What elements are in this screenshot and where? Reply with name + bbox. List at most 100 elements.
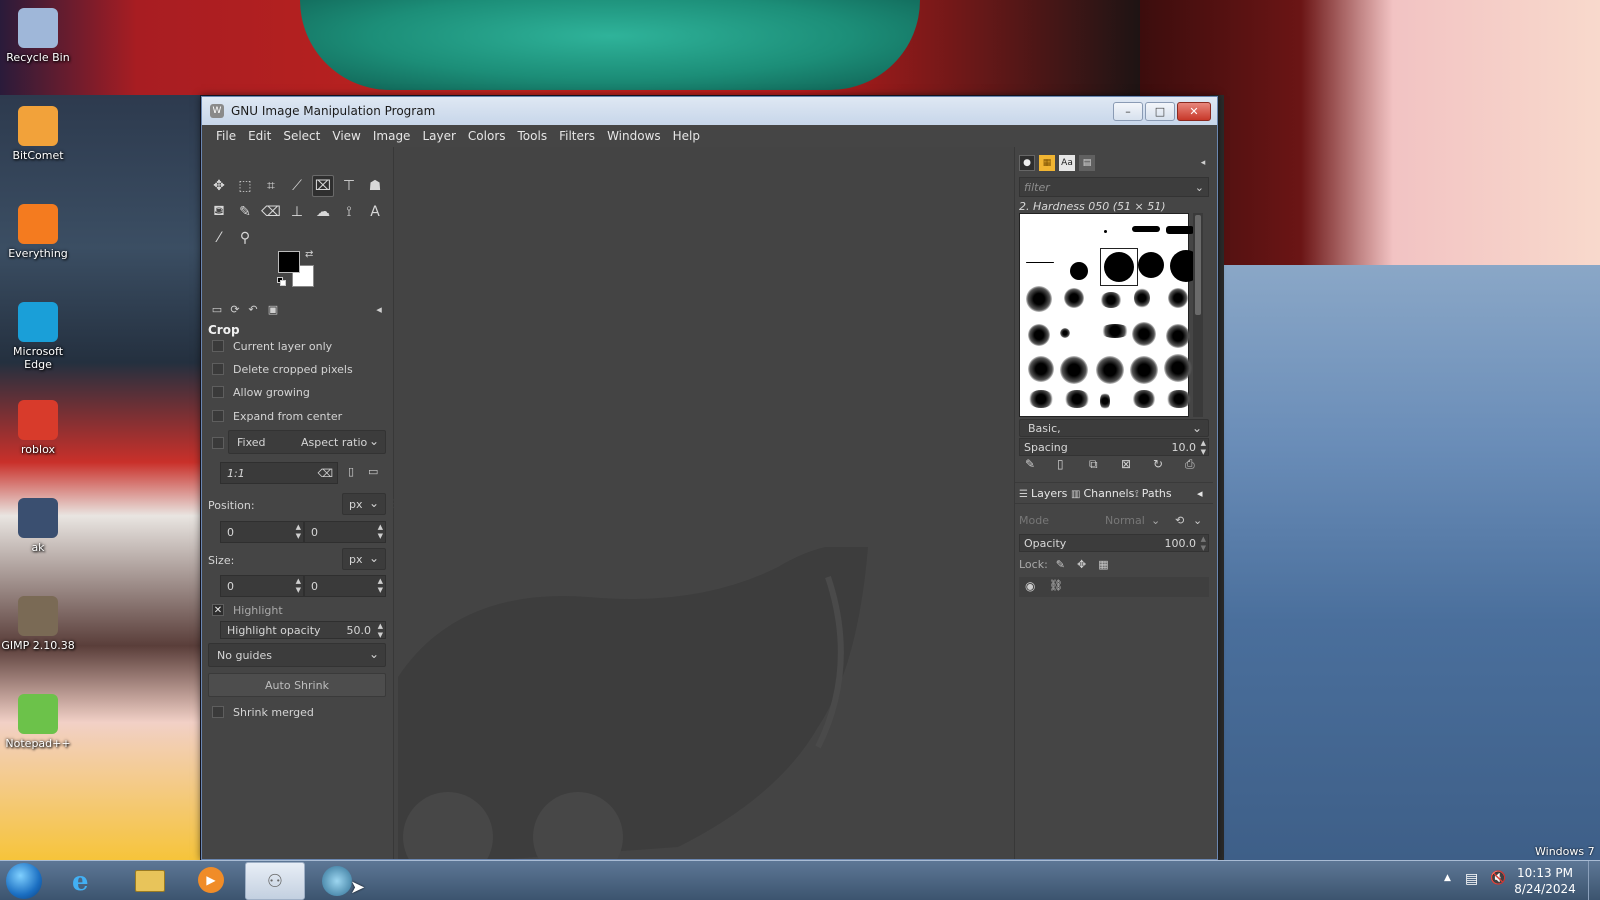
desktop-icon-microsoft-edge[interactable]: Microsoft Edge: [0, 302, 76, 371]
spin-arrows-icon[interactable]: ▲ ▼: [378, 622, 383, 640]
menu-select[interactable]: Select: [277, 129, 326, 143]
minimize-button[interactable]: –: [1113, 102, 1143, 121]
text-tool-icon[interactable]: A: [364, 201, 386, 223]
checkbox-checked[interactable]: ✕: [212, 604, 224, 616]
maximize-button[interactable]: □: [1145, 102, 1175, 121]
lock-pixels-icon[interactable]: ✎: [1056, 558, 1065, 571]
document-history-tab-icon[interactable]: ▤: [1079, 155, 1095, 171]
desktop-icon-ak[interactable]: ak: [0, 498, 76, 554]
brush-tip[interactable]: [1138, 252, 1164, 278]
ratio-entry[interactable]: 1:1 ⌫: [220, 462, 338, 484]
checkbox[interactable]: [212, 410, 224, 422]
crop-tool-icon[interactable]: ⌧: [312, 175, 334, 197]
position-y-field[interactable]: 0 ▲ ▼: [304, 521, 386, 543]
shrink-merged-option[interactable]: Shrink merged: [212, 703, 314, 721]
brush-tip[interactable]: [1064, 390, 1090, 408]
rect-select-tool-icon[interactable]: ⬚: [234, 175, 256, 197]
tab-layers[interactable]: ☰ Layers: [1019, 487, 1067, 500]
spin-arrows-icon[interactable]: ▲ ▼: [296, 577, 301, 595]
tab-channels[interactable]: ▥ Channels: [1071, 487, 1134, 500]
position-x-field[interactable]: 0 ▲ ▼: [220, 521, 304, 543]
switch-mode-icon[interactable]: ⟲: [1175, 514, 1184, 527]
network-icon[interactable]: ▤: [1465, 871, 1478, 887]
brush-preset-combo[interactable]: Basic, ⌄: [1019, 419, 1209, 437]
paintbrush-tool-icon[interactable]: ✎: [234, 201, 256, 223]
volume-muted-icon[interactable]: 🔇: [1490, 871, 1506, 886]
portrait-icon[interactable]: ▯: [348, 465, 354, 478]
visibility-eye-icon[interactable]: ◉: [1025, 579, 1035, 593]
expand-from-center-option[interactable]: Expand from center: [212, 407, 342, 425]
eraser-tool-icon[interactable]: ⌫: [260, 201, 282, 223]
desktop-icon-notepad-[interactable]: Notepad++: [0, 694, 76, 750]
desktop-icon-recycle-bin[interactable]: Recycle Bin: [0, 8, 76, 64]
tab-paths[interactable]: ⟟ Paths: [1135, 487, 1172, 500]
clone-tool-icon[interactable]: ⊥: [286, 201, 308, 223]
fuzzy-select-tool-icon[interactable]: ⟋: [286, 175, 308, 197]
tray-expand-icon[interactable]: ▲: [1444, 873, 1451, 883]
image-canvas[interactable]: [394, 147, 1014, 859]
brushes-tab-icon[interactable]: ●: [1019, 155, 1035, 171]
link-chain-icon[interactable]: ⛓: [1049, 579, 1063, 592]
configure-tab-icon[interactable]: ◂: [1197, 487, 1203, 500]
brush-tip[interactable]: [1166, 390, 1192, 408]
open-as-image-icon[interactable]: ⎙: [1185, 457, 1195, 472]
smudge-tool-icon[interactable]: ☁: [312, 201, 334, 223]
brush-tip[interactable]: [1060, 328, 1070, 338]
media-player-icon[interactable]: ▶: [198, 867, 224, 893]
menu-help[interactable]: Help: [667, 129, 706, 143]
file-explorer-icon[interactable]: [135, 870, 165, 892]
brush-tip[interactable]: [1026, 286, 1052, 312]
fixed-checkbox[interactable]: [212, 437, 224, 449]
size-unit-combo[interactable]: px ⌄: [342, 548, 386, 570]
brush-tip[interactable]: [1132, 390, 1156, 408]
size-height-field[interactable]: 0 ▲ ▼: [304, 575, 386, 597]
lock-position-icon[interactable]: ✥: [1077, 558, 1086, 571]
start-button[interactable]: [6, 863, 42, 899]
menu-filters[interactable]: Filters: [553, 129, 601, 143]
unified-transform-tool-icon[interactable]: ⊤: [338, 175, 360, 197]
menu-image[interactable]: Image: [367, 129, 417, 143]
internet-explorer-icon[interactable]: e: [72, 867, 102, 897]
brush-tip[interactable]: [1070, 262, 1088, 280]
duplicate-brush-icon[interactable]: ⧉: [1089, 457, 1098, 472]
guides-combo[interactable]: No guides ⌄: [208, 643, 386, 667]
gimp-taskbar-button[interactable]: ⚇: [245, 862, 305, 900]
menu-view[interactable]: View: [326, 129, 366, 143]
position-unit-combo[interactable]: px ⌄: [342, 493, 386, 515]
desktop-icon-everything[interactable]: Everything: [0, 204, 76, 260]
desktop-icon-gimp-2-10-38[interactable]: GIMP 2.10.38: [0, 596, 76, 652]
color-picker-tool-icon[interactable]: ⁄: [208, 227, 230, 249]
lock-alpha-icon[interactable]: ▦: [1098, 558, 1108, 571]
warp-transform-tool-icon[interactable]: ☗: [364, 175, 386, 197]
brush-tip[interactable]: [1096, 356, 1124, 384]
brush-tip[interactable]: [1166, 324, 1190, 348]
brush-tip[interactable]: [1168, 288, 1188, 308]
brush-tip[interactable]: [1060, 356, 1088, 384]
brush-tip[interactable]: [1100, 392, 1110, 410]
patterns-tab-icon[interactable]: ▦: [1039, 155, 1055, 171]
brush-scrollbar[interactable]: [1193, 213, 1203, 417]
spin-arrows-icon[interactable]: ▲ ▼: [296, 523, 301, 541]
close-button[interactable]: ✕: [1177, 102, 1211, 121]
desktop-icon-bitcomet[interactable]: BitComet: [0, 106, 76, 162]
size-width-field[interactable]: 0 ▲ ▼: [220, 575, 304, 597]
brush-tip[interactable]: [1134, 288, 1150, 308]
spin-arrows-icon[interactable]: ▲ ▼: [378, 577, 383, 595]
tool-options-tab-icon[interactable]: ▭: [208, 301, 226, 317]
brush-tip[interactable]: [1028, 356, 1054, 382]
auto-shrink-button[interactable]: Auto Shrink: [208, 673, 386, 697]
delete-brush-icon[interactable]: ⊠: [1121, 457, 1131, 471]
window-titlebar[interactable]: W GNU Image Manipulation Program – □ ✕: [202, 97, 1217, 125]
taskbar-app-icon[interactable]: [322, 866, 352, 896]
bucket-fill-tool-icon[interactable]: ⛾: [208, 201, 230, 223]
swap-colors-icon[interactable]: ⇄: [305, 249, 313, 260]
brush-filter-input[interactable]: filter ⌄: [1019, 177, 1209, 197]
zoom-tool-icon[interactable]: ⚲: [234, 227, 256, 249]
brush-tip[interactable]: [1064, 288, 1084, 308]
refresh-brushes-icon[interactable]: ↻: [1153, 457, 1163, 471]
spin-arrows-icon[interactable]: ▲ ▼: [1201, 439, 1206, 457]
brush-tip[interactable]: [1166, 226, 1194, 234]
menu-file[interactable]: File: [210, 129, 242, 143]
brush-tip[interactable]: [1130, 356, 1158, 384]
checkbox[interactable]: [212, 340, 224, 352]
